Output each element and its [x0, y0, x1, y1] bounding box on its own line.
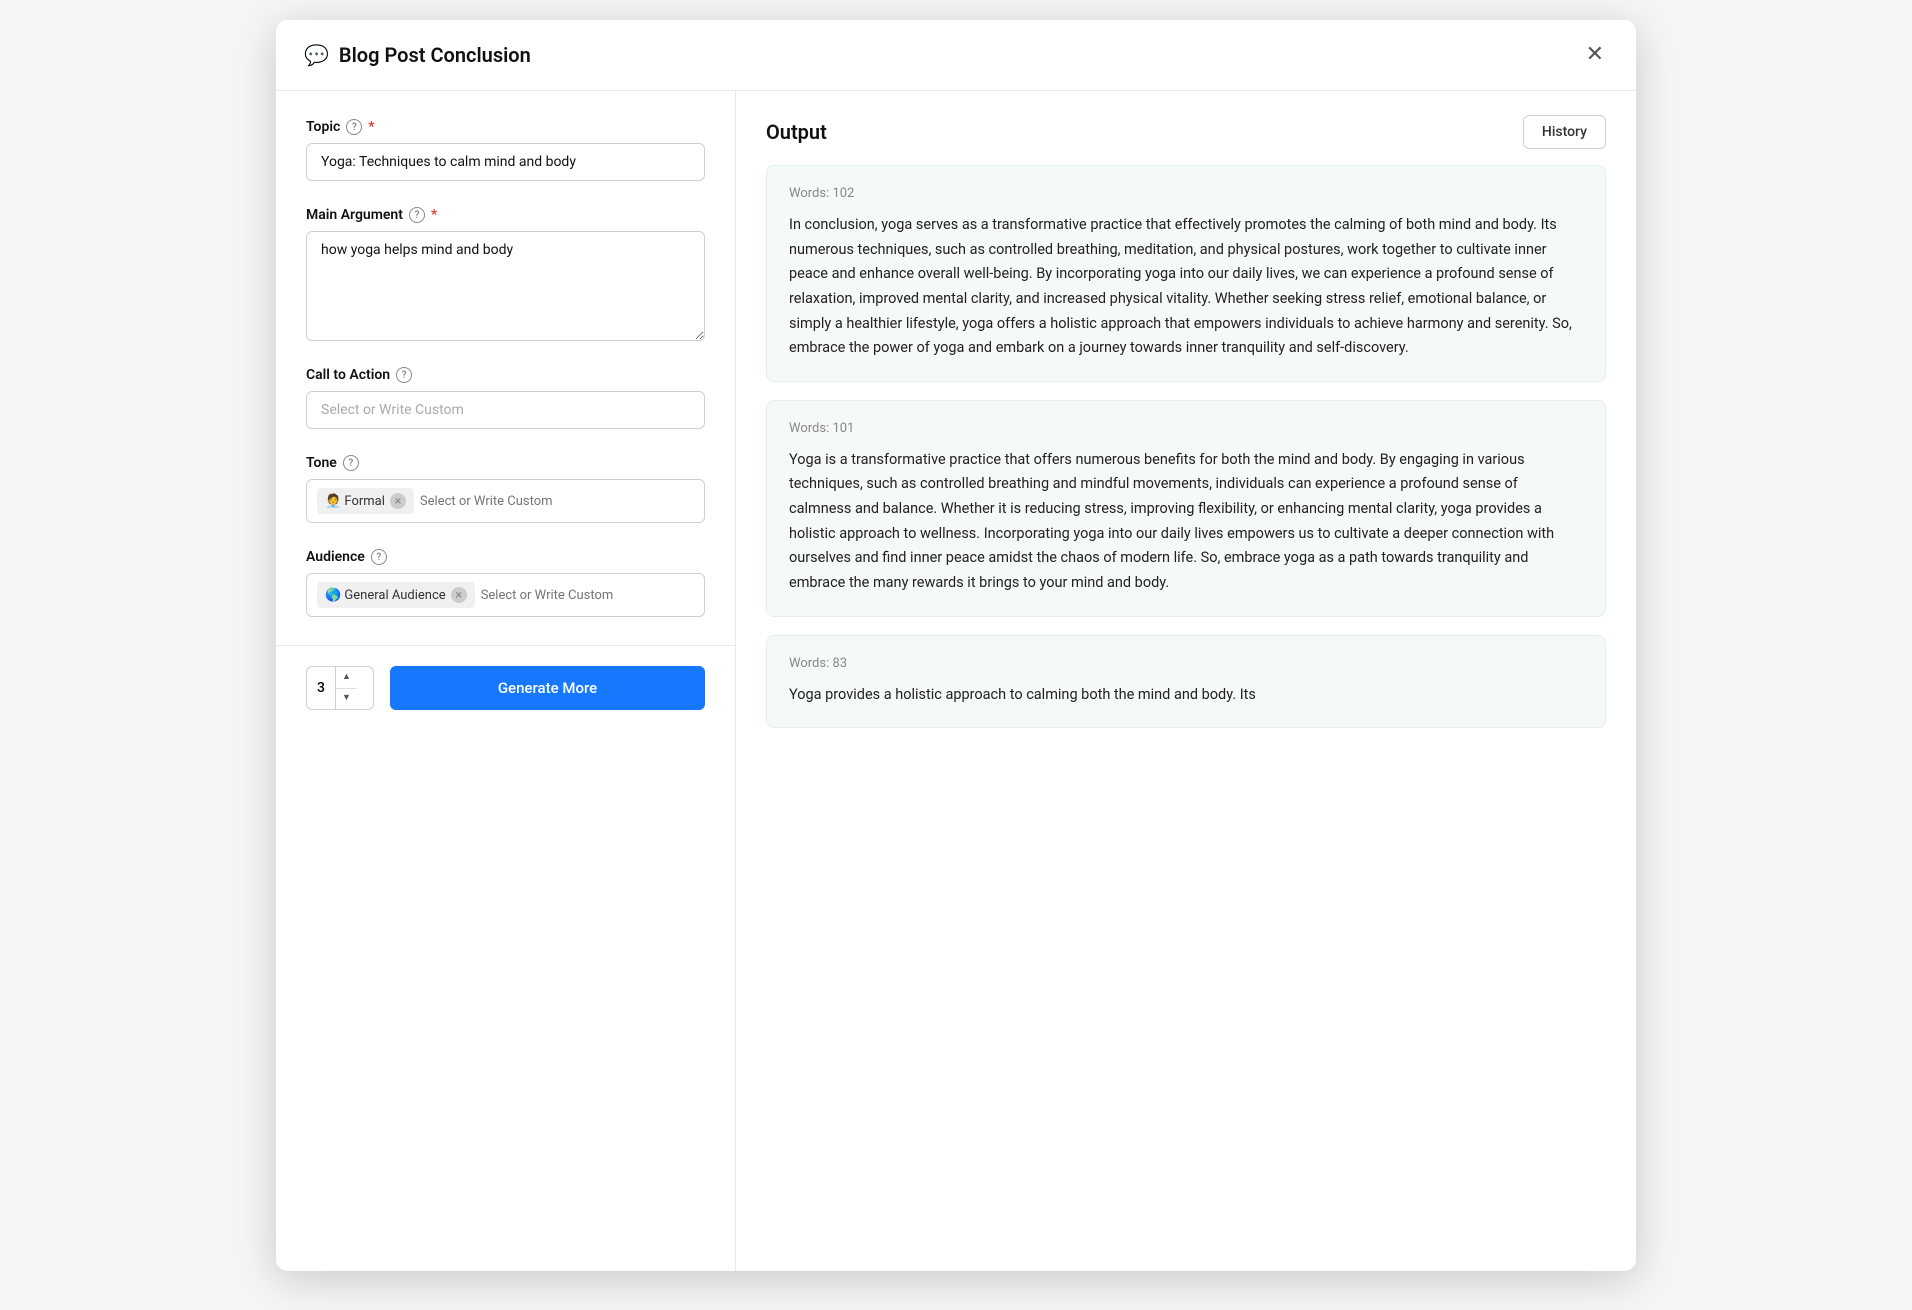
main-argument-input[interactable]: how yoga helps mind and body — [306, 231, 705, 341]
tone-formal-tag-label: 🧑‍💼 Formal — [325, 494, 385, 509]
output-text: Yoga is a transformative practice that o… — [789, 448, 1583, 596]
audience-help-icon[interactable]: ? — [371, 549, 387, 565]
output-title: Output — [766, 120, 827, 144]
tone-custom-input[interactable] — [420, 488, 586, 514]
audience-tag-input[interactable]: 🌎 General Audience × — [306, 573, 705, 617]
topic-input[interactable] — [306, 143, 705, 181]
call-to-action-label-text: Call to Action — [306, 367, 390, 383]
audience-general-tag-label: 🌎 General Audience — [325, 588, 446, 603]
count-value: 3 — [307, 680, 335, 696]
modal-title-group: 💬 Blog Post Conclusion — [304, 43, 531, 67]
output-card: Words: 102 In conclusion, yoga serves as … — [766, 165, 1606, 382]
output-words: Words: 102 — [789, 186, 1583, 201]
audience-general-remove-button[interactable]: × — [451, 587, 467, 603]
blog-post-conclusion-modal: 💬 Blog Post Conclusion ✕ Topic ? * — [276, 20, 1636, 1271]
audience-label-text: Audience — [306, 549, 365, 565]
modal-body: Topic ? * Main Argument ? * how yoga hel… — [276, 91, 1636, 1271]
output-text: In conclusion, yoga serves as a transfor… — [789, 213, 1583, 361]
history-button[interactable]: History — [1523, 115, 1606, 149]
topic-required: * — [368, 119, 374, 135]
left-column: Topic ? * Main Argument ? * how yoga hel… — [276, 91, 736, 1271]
topic-label-text: Topic — [306, 119, 340, 135]
stepper-up[interactable]: ▲ — [336, 667, 357, 689]
modal-header: 💬 Blog Post Conclusion ✕ — [276, 20, 1636, 91]
call-to-action-input[interactable] — [306, 391, 705, 429]
tone-label: Tone ? — [306, 455, 705, 471]
audience-field-group: Audience ? 🌎 General Audience × — [306, 549, 705, 617]
tone-formal-remove-button[interactable]: × — [390, 493, 406, 509]
tone-formal-tag: 🧑‍💼 Formal × — [317, 488, 414, 514]
bottom-controls: 3 ▲ ▼ Generate More — [276, 645, 735, 730]
main-argument-label-text: Main Argument — [306, 207, 403, 223]
close-button[interactable]: ✕ — [1582, 40, 1608, 70]
main-argument-label: Main Argument ? * — [306, 207, 705, 223]
modal-icon: 💬 — [304, 43, 329, 67]
topic-field-group: Topic ? * — [306, 119, 705, 181]
left-panel: Topic ? * Main Argument ? * how yoga hel… — [276, 91, 736, 645]
tone-label-text: Tone — [306, 455, 337, 471]
stepper-arrows: ▲ ▼ — [335, 667, 357, 709]
call-to-action-label: Call to Action ? — [306, 367, 705, 383]
audience-general-tag: 🌎 General Audience × — [317, 582, 475, 608]
right-panel: Output History Words: 102 In conclusion, … — [736, 91, 1636, 1271]
main-argument-field-group: Main Argument ? * how yoga helps mind an… — [306, 207, 705, 341]
audience-custom-input[interactable] — [481, 582, 647, 608]
output-card: Words: 101 Yoga is a transformative pract… — [766, 400, 1606, 617]
generate-more-button[interactable]: Generate More — [390, 666, 705, 710]
stepper-down[interactable]: ▼ — [336, 689, 357, 710]
tone-field-group: Tone ? 🧑‍💼 Formal × — [306, 455, 705, 523]
output-list: Words: 102 In conclusion, yoga serves as … — [736, 165, 1636, 1271]
output-card: Words: 83 Yoga provides a holistic approa… — [766, 635, 1606, 729]
count-stepper[interactable]: 3 ▲ ▼ — [306, 666, 374, 710]
topic-label: Topic ? * — [306, 119, 705, 135]
output-header: Output History — [736, 91, 1636, 165]
tone-help-icon[interactable]: ? — [343, 455, 359, 471]
topic-help-icon[interactable]: ? — [346, 119, 362, 135]
output-words: Words: 101 — [789, 421, 1583, 436]
main-argument-required: * — [431, 207, 437, 223]
main-argument-help-icon[interactable]: ? — [409, 207, 425, 223]
tone-tag-input[interactable]: 🧑‍💼 Formal × — [306, 479, 705, 523]
call-to-action-help-icon[interactable]: ? — [396, 367, 412, 383]
call-to-action-field-group: Call to Action ? — [306, 367, 705, 429]
output-words: Words: 83 — [789, 656, 1583, 671]
output-text: Yoga provides a holistic approach to cal… — [789, 683, 1583, 708]
audience-label: Audience ? — [306, 549, 705, 565]
modal-title: Blog Post Conclusion — [339, 43, 531, 67]
